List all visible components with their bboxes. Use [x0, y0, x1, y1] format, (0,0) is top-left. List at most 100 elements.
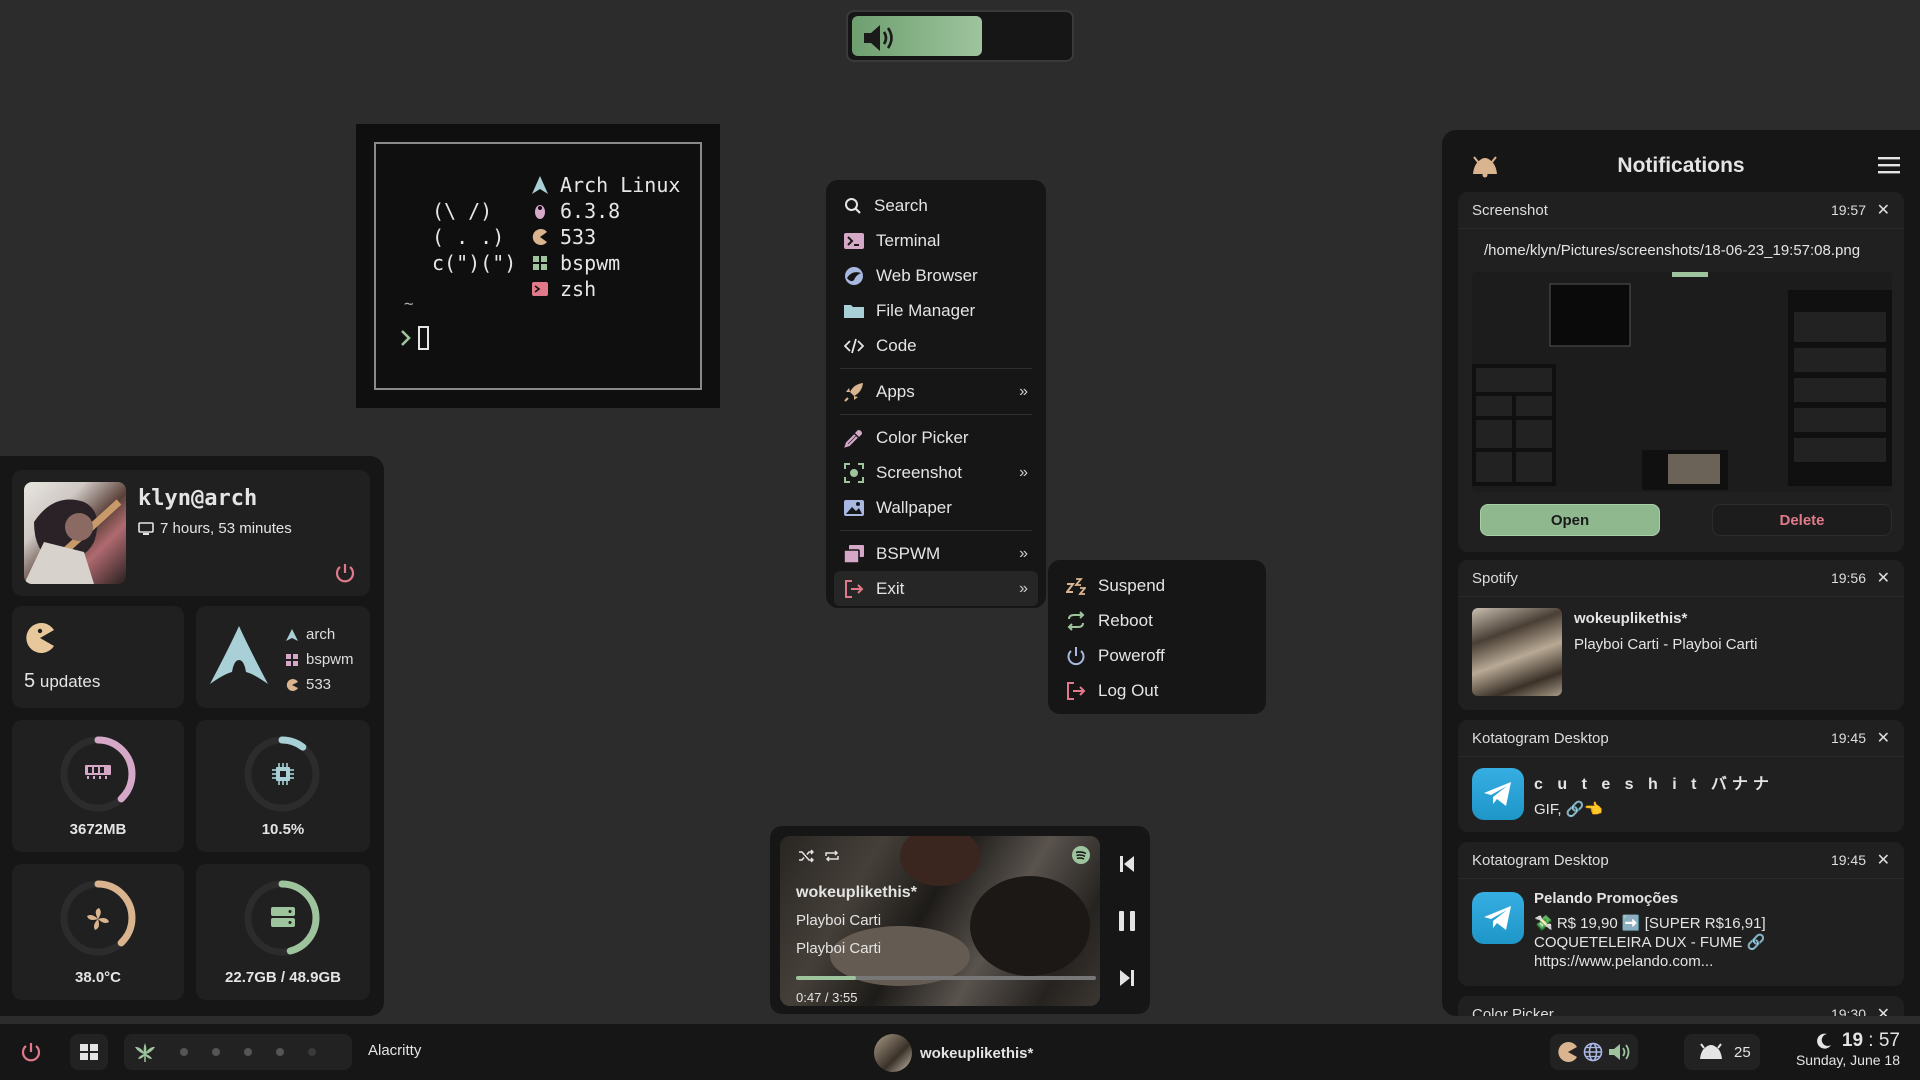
- menu-item-label: Code: [876, 335, 917, 355]
- menu-item-code[interactable]: Code: [834, 328, 1038, 363]
- delete-button[interactable]: Delete: [1712, 504, 1892, 536]
- workspace-dot[interactable]: [276, 1048, 284, 1056]
- terminal-cursor: [418, 326, 429, 350]
- submenu-arrow-icon: »: [1019, 579, 1028, 597]
- menu-item-logout[interactable]: Log Out: [1056, 673, 1258, 708]
- close-icon[interactable]: ✕: [1877, 568, 1890, 588]
- now-playing[interactable]: wokeuplikethis*: [874, 1034, 1033, 1072]
- logout-icon: [1067, 681, 1086, 700]
- leaf-icon[interactable]: [134, 1042, 156, 1062]
- windows-icon: [844, 544, 864, 563]
- menu-item-screenshot[interactable]: Screenshot »: [834, 455, 1038, 490]
- menu-item-suspend[interactable]: Suspend: [1056, 568, 1258, 603]
- clock[interactable]: 19 : 57 Sunday, June 18: [1780, 1030, 1900, 1068]
- close-icon[interactable]: ✕: [1877, 728, 1890, 748]
- package-icon: [286, 678, 298, 691]
- sysinfo-wm: bspwm: [306, 651, 354, 668]
- screenshot-preview[interactable]: [1472, 272, 1892, 492]
- wm-icon: [286, 653, 298, 666]
- disk-value: 22.7GB / 48.9GB: [225, 969, 341, 986]
- previous-track-icon[interactable]: [1119, 854, 1135, 874]
- notification-body: GIF, 🔗👈: [1534, 801, 1604, 818]
- bell-icon: [1700, 1043, 1722, 1059]
- notification-card[interactable]: Screenshot 19:57 ✕ /home/klyn/Pictures/s…: [1458, 192, 1904, 552]
- bell-icon[interactable]: [1470, 154, 1500, 178]
- fetch-packages: 533: [560, 225, 597, 249]
- submenu-arrow-icon: »: [1019, 463, 1028, 481]
- transport-controls: [1118, 854, 1136, 988]
- disk-gauge: 22.7GB / 48.9GB: [196, 864, 370, 1000]
- notification-body: /home/klyn/Pictures/screenshots/18-06-23…: [1484, 242, 1861, 259]
- eyedropper-icon: [844, 429, 862, 448]
- track-album: Playboi Carti: [796, 940, 882, 957]
- power-icon[interactable]: [334, 562, 356, 584]
- track-title: wokeuplikethis*: [796, 884, 917, 901]
- cpu-icon: [272, 763, 294, 785]
- bunny-line: (\ /): [432, 199, 493, 223]
- sysinfo-rows: arch bspwm 533: [286, 622, 354, 697]
- menu-item-terminal[interactable]: Terminal: [834, 223, 1038, 258]
- hamburger-menu-icon[interactable]: [1878, 156, 1900, 174]
- next-track-icon[interactable]: [1119, 968, 1135, 988]
- sysinfo-card: arch bspwm 533: [196, 606, 370, 708]
- menu-item-web-browser[interactable]: Web Browser: [834, 258, 1038, 293]
- now-playing-title: wokeuplikethis*: [920, 1044, 1034, 1062]
- track-progress-bar[interactable]: [796, 976, 1096, 980]
- workspace-dot[interactable]: [308, 1048, 316, 1056]
- notification-title: Pelando Promoções: [1534, 890, 1679, 907]
- menu-item-poweroff[interactable]: Poweroff: [1056, 638, 1258, 673]
- launcher-button[interactable]: [70, 1034, 108, 1070]
- track-time: 0:47 / 3:55: [796, 990, 858, 1005]
- notification-card[interactable]: Kotatogram Desktop 19:45 ✕ c u t e s h i…: [1458, 720, 1904, 832]
- menu-item-bspwm[interactable]: BSPWM »: [834, 536, 1038, 571]
- menu-item-reboot[interactable]: Reboot: [1056, 603, 1258, 638]
- open-button[interactable]: Open: [1480, 504, 1660, 536]
- image-icon: [844, 499, 864, 516]
- notification-time: 19:45: [1830, 852, 1866, 868]
- notification-title: Notifications: [1617, 154, 1745, 177]
- workspace-dot[interactable]: [244, 1048, 252, 1056]
- close-icon[interactable]: ✕: [1877, 1004, 1890, 1016]
- package-icon[interactable]: [1558, 1042, 1578, 1062]
- monitor-icon: [138, 521, 154, 535]
- prompt-chevron-icon: [401, 330, 411, 346]
- menu-item-file-manager[interactable]: File Manager: [834, 293, 1038, 328]
- submenu-arrow-icon: »: [1019, 382, 1028, 400]
- menu-item-apps[interactable]: Apps »: [834, 374, 1038, 409]
- terminal-frame: (\ /)( . .) c(")(") Arch Linux 6.3.8 533 …: [374, 142, 702, 390]
- menu-item-search[interactable]: Search: [834, 188, 1038, 223]
- workspace-dot[interactable]: [180, 1048, 188, 1056]
- track-artist: Playboi Carti: [796, 912, 882, 929]
- power-icon[interactable]: [20, 1041, 42, 1063]
- username: klyn@arch: [138, 486, 258, 511]
- moon-icon: [1816, 1033, 1831, 1049]
- bunny-line: c(")("): [432, 251, 517, 275]
- updates-card[interactable]: 5 updates: [12, 606, 184, 708]
- volume-icon[interactable]: [1608, 1042, 1630, 1062]
- terminal-window[interactable]: (\ /)( . .) c(")(") Arch Linux 6.3.8 533 …: [356, 124, 720, 408]
- menu-item-label: Web Browser: [876, 265, 978, 285]
- rocket-icon: [844, 382, 863, 402]
- notification-card[interactable]: Kotatogram Desktop 19:45 ✕ Pelando Promo…: [1458, 842, 1904, 986]
- menu-item-label: Wallpaper: [876, 497, 952, 517]
- shuffle-icon[interactable]: [798, 848, 814, 864]
- notification-button[interactable]: 25: [1684, 1034, 1760, 1070]
- notification-card[interactable]: Spotify 19:56 ✕ wokeuplikethis* Playboi …: [1458, 560, 1904, 710]
- menu-item-label: BSPWM: [876, 543, 941, 563]
- globe-icon[interactable]: [1583, 1042, 1603, 1062]
- notification-body: Playboi Carti - Playboi Carti: [1574, 636, 1758, 653]
- menu-item-wallpaper[interactable]: Wallpaper: [834, 490, 1038, 525]
- close-icon[interactable]: ✕: [1877, 200, 1890, 220]
- menu-item-exit[interactable]: Exit »: [834, 571, 1038, 606]
- repeat-icon[interactable]: [824, 848, 840, 864]
- workspace-dot[interactable]: [212, 1048, 220, 1056]
- notification-card[interactable]: Color Picker 19:30 ✕: [1458, 996, 1904, 1016]
- close-icon[interactable]: ✕: [1877, 850, 1890, 870]
- notification-app: Kotatogram Desktop: [1472, 852, 1609, 869]
- ascii-bunny: (\ /)( . .) c(")("): [432, 198, 516, 276]
- terminal-prompt[interactable]: [400, 326, 429, 350]
- menu-item-color-picker[interactable]: Color Picker: [834, 420, 1038, 455]
- menu-item-label: Suspend: [1098, 575, 1166, 595]
- pause-icon[interactable]: [1118, 910, 1136, 932]
- active-window-title: Alacritty: [368, 1042, 422, 1059]
